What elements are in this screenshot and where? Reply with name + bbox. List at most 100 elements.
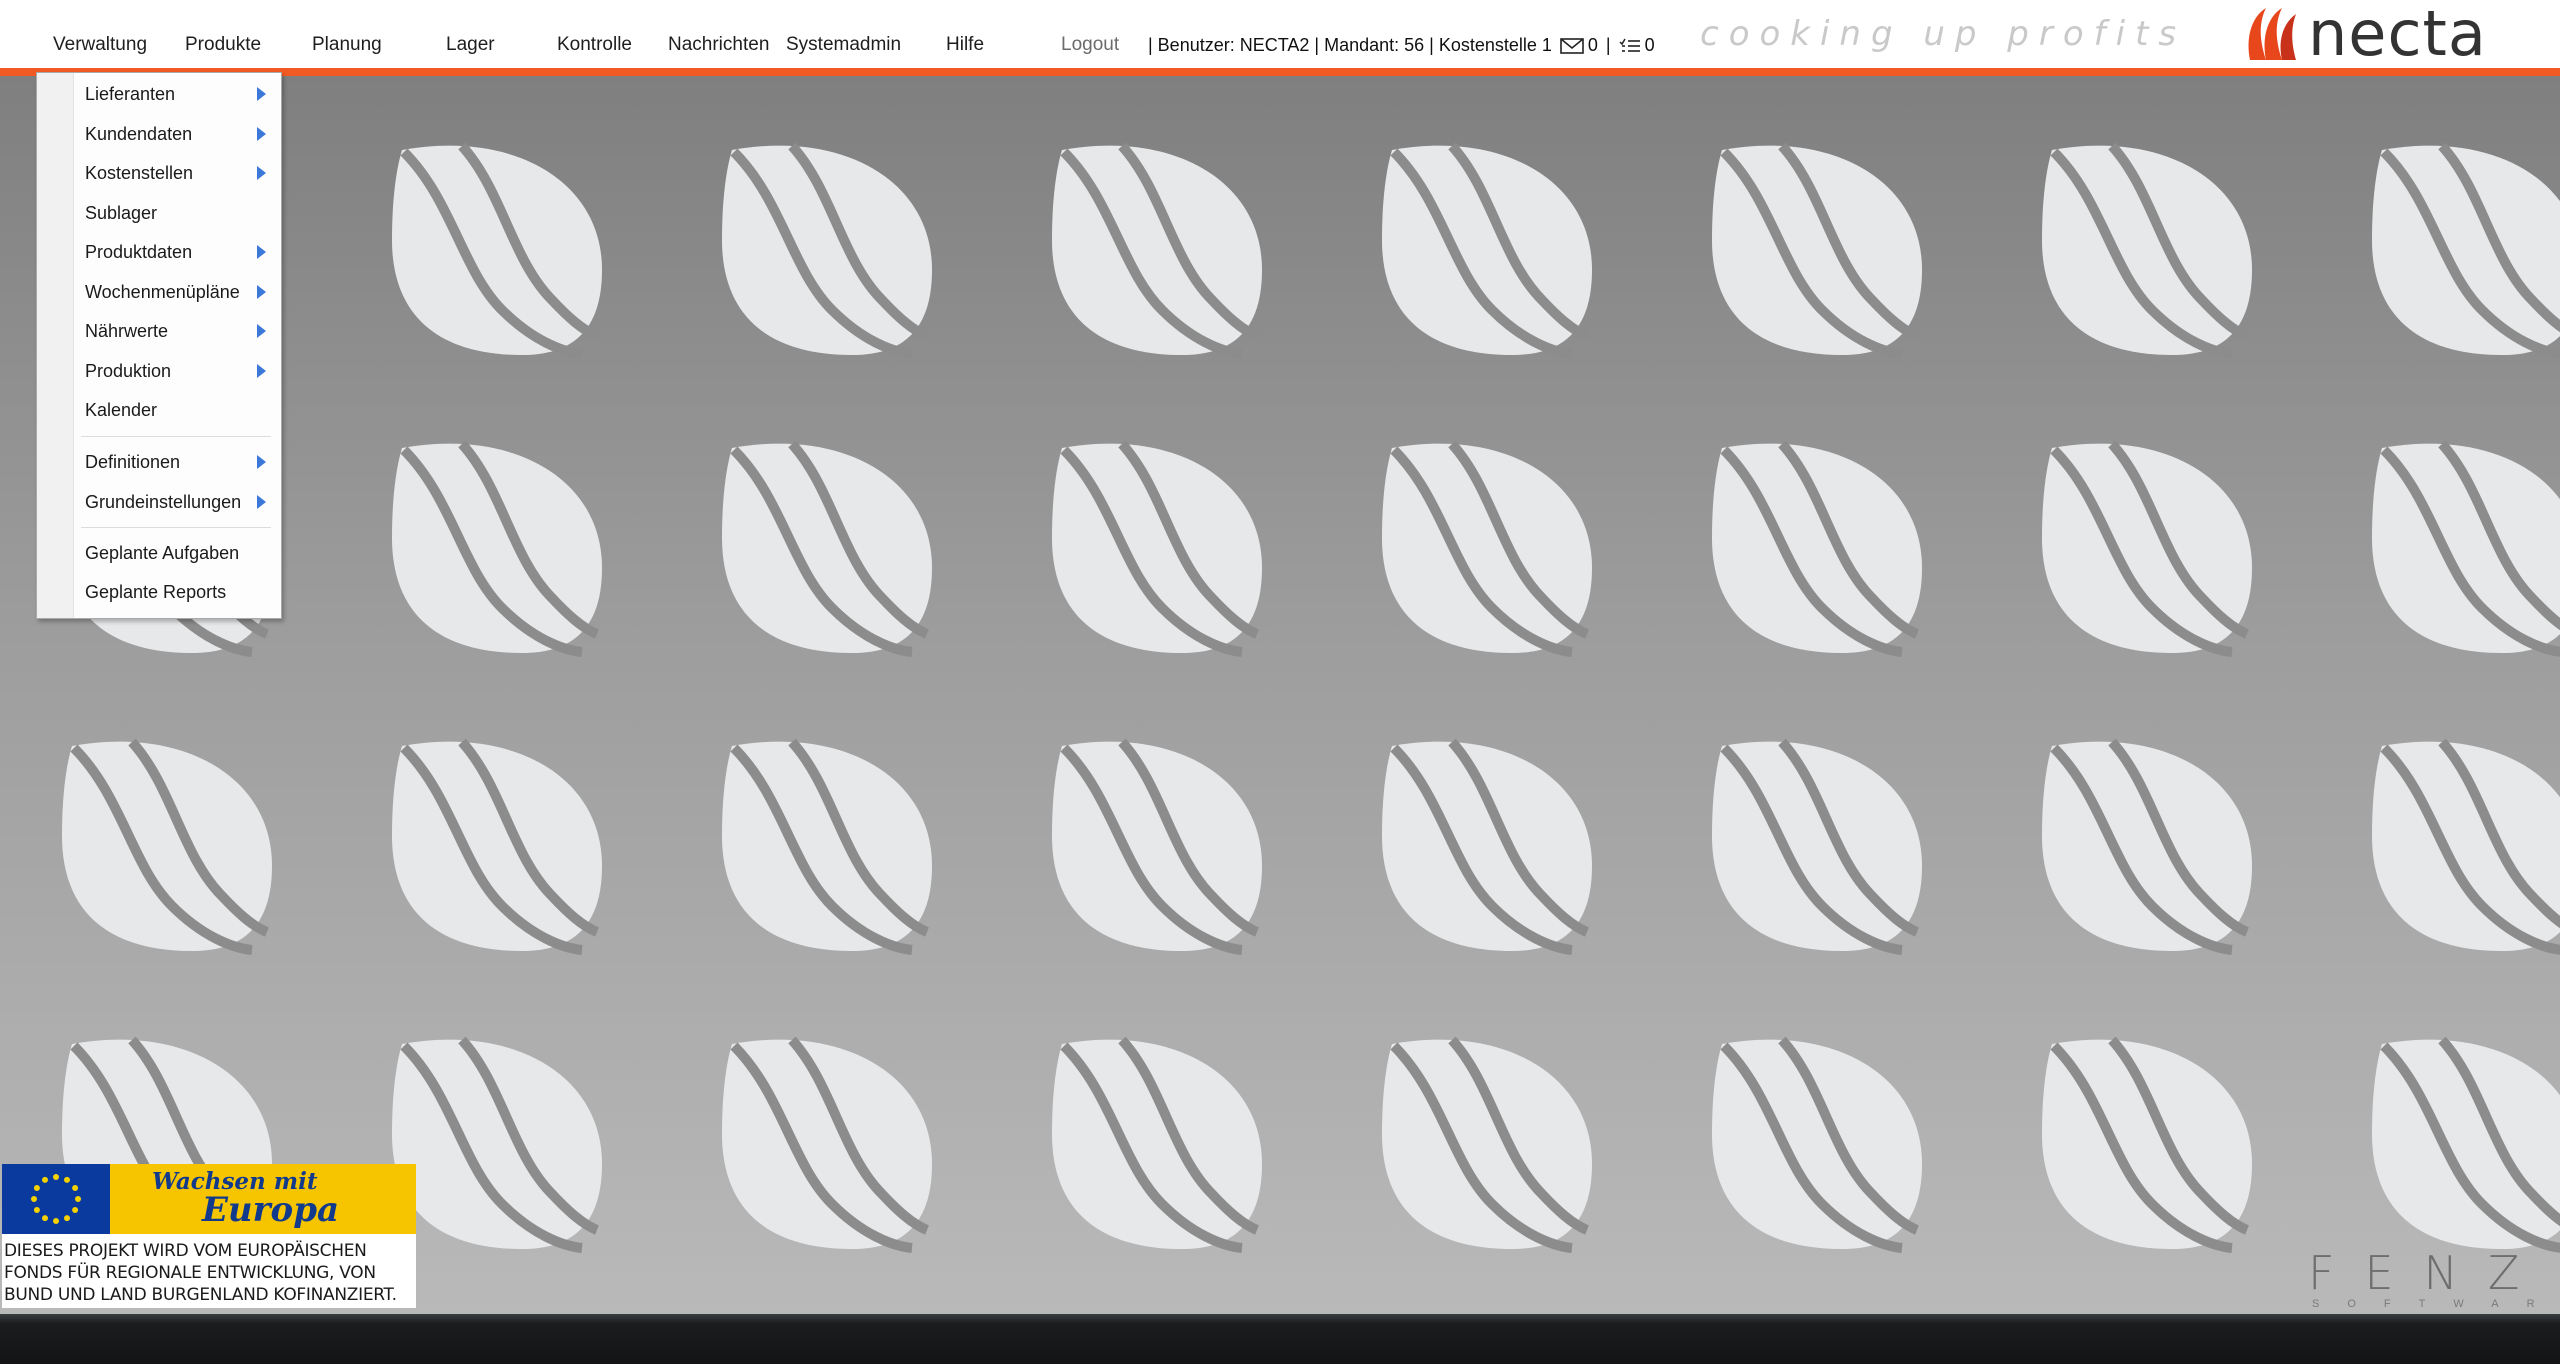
dropdown-item-kalender[interactable]: Kalender [85,400,157,421]
dropdown-icon-gutter [37,73,74,618]
eu-slogan-line2: Europa [202,1190,340,1230]
eu-star [72,1207,79,1213]
leaf-tile [392,146,602,355]
fenz-logo-subtitle: SOFTWARE [2312,1298,2560,1310]
dropdown-item-wochenmenueplaene[interactable]: Wochenmenüpläne [85,282,240,303]
submenu-arrow-icon [257,285,266,299]
leaf-tile [2372,1040,2560,1249]
dropdown-item-kostenstellen[interactable]: Kostenstellen [85,163,193,184]
leaf-tiles [62,146,2560,1249]
dropdown-item-definitionen[interactable]: Definitionen [85,452,180,473]
message-count: 0 [1587,35,1598,55]
task-count: 0 [1644,35,1655,55]
task-list-icon[interactable] [1619,35,1641,56]
leaf-tile [62,742,272,951]
dropdown-item-produktion[interactable]: Produktion [85,361,171,382]
eu-star [31,1196,37,1202]
menu-kontrolle[interactable]: Kontrolle [557,34,632,56]
menu-produkte[interactable]: Produkte [185,34,261,56]
leaf-tile [1712,146,1922,355]
leaf-pattern [0,76,2560,1314]
user-info: | Benutzer: NECTA2 | Mandant: 56 | Koste… [1148,35,1552,55]
desktop-background: Wachsen mit Europa DIESES PROJEKT WIRD V… [0,76,2560,1314]
menu-lager[interactable]: Lager [446,34,495,56]
submenu-arrow-icon [257,166,266,180]
necta-flame-icon [2248,8,2296,60]
tagline: cooking up profits [1700,14,2187,54]
leaf-tile [722,444,932,653]
leaf-tile [1382,146,1592,355]
leaf-tile [722,146,932,355]
accent-stripe [0,68,2560,76]
dropdown-separator [81,436,271,437]
leaf-tile [2372,146,2560,355]
leaf-tile [2042,444,2252,653]
eu-star [53,1218,59,1224]
dropdown-item-geplante-reports[interactable]: Geplante Reports [85,582,226,603]
eu-star [42,1176,48,1183]
leaf-tile [722,1040,932,1249]
dropdown-item-lieferanten[interactable]: Lieferanten [85,84,175,105]
leaf-tile [2042,742,2252,951]
leaf-tile [1052,444,1262,653]
dropdown-item-sublager[interactable]: Sublager [85,203,157,224]
leaf-tile [2042,1040,2252,1249]
submenu-arrow-icon [257,495,266,509]
eu-text-line3: BUND UND LAND BURGENLAND KOFINANZIERT. [4,1285,397,1305]
eu-star [64,1176,70,1183]
menu-verwaltung[interactable]: Verwaltung [53,34,147,56]
logout-link[interactable]: Logout [1061,34,1119,56]
leaf-tile [1712,444,1922,653]
submenu-arrow-icon [257,127,266,141]
necta-logo: necta [2244,2,2544,66]
necta-logo-text: necta [2308,0,2487,70]
submenu-arrow-icon [257,87,266,101]
leaf-tile [1382,1040,1592,1249]
leaf-tile [1712,1040,1922,1249]
eu-text-line1: DIESES PROJEKT WIRD VOM EUROPÄISCHEN [4,1241,367,1261]
dropdown-separator [81,527,271,528]
fenz-logo: FENZ SOFTWARE [2290,1246,2560,1314]
submenu-arrow-icon [257,364,266,378]
status-separator: | [1605,35,1611,55]
fenz-logo-name: FENZ [2308,1246,2550,1300]
eu-funding-banner: Wachsen mit Europa DIESES PROJEKT WIRD V… [2,1164,416,1308]
menu-planung[interactable]: Planung [312,34,382,56]
eu-star [33,1207,40,1213]
dropdown-item-geplante-aufgaben[interactable]: Geplante Aufgaben [85,543,239,564]
submenu-arrow-icon [257,455,266,469]
leaf-tile [2372,742,2560,951]
menu-hilfe[interactable]: Hilfe [946,34,984,56]
dropdown-item-kundendaten[interactable]: Kundendaten [85,124,192,145]
leaf-tile [392,1040,602,1249]
eu-slogan: Wachsen mit Europa [110,1164,416,1234]
eu-funding-text: DIESES PROJEKT WIRD VOM EUROPÄISCHEN FON… [4,1240,416,1306]
dropdown-item-grundeinstellungen[interactable]: Grundeinstellungen [85,492,241,513]
eu-text-line2: FONDS FÜR REGIONALE ENTWICKLUNG, VON [4,1263,376,1283]
status-bar: | Benutzer: NECTA2 | Mandant: 56 | Koste… [1148,35,1655,56]
leaf-tile [722,742,932,951]
bottom-taskbar [0,1314,2560,1364]
eu-star [64,1215,70,1222]
leaf-tile [1382,444,1592,653]
top-bar: Verwaltung Produkte Planung Lager Kontro… [0,0,2560,68]
dropdown-item-naehrwerte[interactable]: Nährwerte [85,321,168,342]
eu-star [72,1185,79,1191]
leaf-tile [392,742,602,951]
menu-nachrichten[interactable]: Nachrichten [668,34,769,56]
leaf-tile [1052,742,1262,951]
envelope-icon[interactable] [1560,35,1584,56]
submenu-arrow-icon [257,245,266,259]
eu-star [33,1185,40,1191]
leaf-tile [1052,146,1262,355]
verwaltung-dropdown: Lieferanten Kundendaten Kostenstellen Su… [36,72,282,619]
eu-flag-icon [2,1164,110,1234]
leaf-tile [2372,444,2560,653]
leaf-tile [392,444,602,653]
leaf-tile [1382,742,1592,951]
leaf-tile [2042,146,2252,355]
leaf-tile [1052,1040,1262,1249]
menu-systemadmin[interactable]: Systemadmin [786,34,901,56]
leaf-tile [1712,742,1922,951]
dropdown-item-produktdaten[interactable]: Produktdaten [85,242,192,263]
